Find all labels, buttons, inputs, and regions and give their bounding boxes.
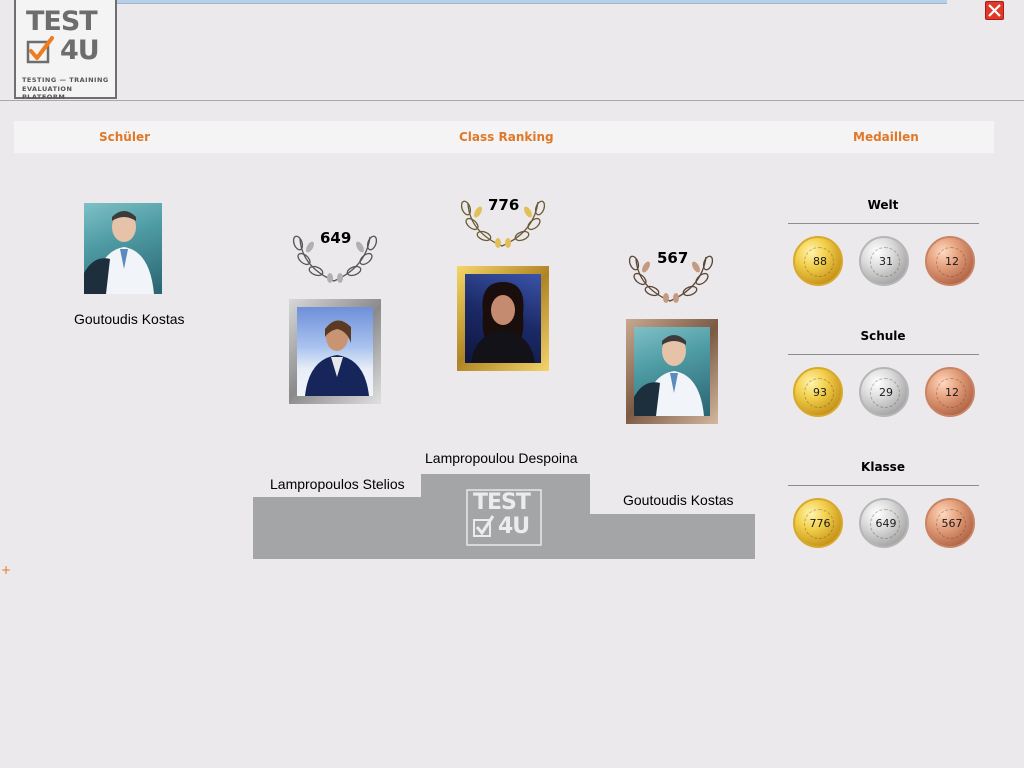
silver-medal-icon: 31 <box>859 236 909 286</box>
close-button[interactable] <box>985 1 1004 20</box>
person-silhouette <box>84 211 154 294</box>
test4u-logo: TEST 4U TESTING — TRAINING EVALUATION PL… <box>14 0 117 101</box>
person-silhouette <box>305 320 369 396</box>
checkmark-icon <box>26 36 54 64</box>
second-place-photo[interactable] <box>289 299 381 404</box>
class-silver-count: 649 <box>875 517 897 530</box>
section-divider <box>788 354 979 355</box>
plus-icon[interactable]: + <box>1 563 11 577</box>
medals-heading: Medaillen <box>853 130 919 144</box>
silver-medal-icon: 29 <box>859 367 909 417</box>
medals-school-title: Schule <box>860 329 906 343</box>
top-strip <box>78 0 947 4</box>
logo-line2: 4U <box>60 35 100 66</box>
gold-medal-icon: 93 <box>793 367 843 417</box>
close-icon <box>988 4 1001 17</box>
logo-tagline1: TESTING — TRAINING <box>22 76 109 84</box>
class-bronze-count: 567 <box>941 517 963 530</box>
person-silhouette <box>634 335 704 416</box>
school-bronze-count: 12 <box>945 386 959 399</box>
world-silver-count: 31 <box>879 255 893 268</box>
third-place-photo[interactable] <box>626 319 718 424</box>
student-name[interactable]: Goutoudis Kostas <box>74 311 185 327</box>
header-divider <box>0 100 1024 101</box>
third-place-score: 567 <box>657 249 689 267</box>
podium-logo-line2: 4U <box>498 514 530 539</box>
person-silhouette <box>471 282 535 363</box>
class-gold-count: 776 <box>809 517 831 530</box>
medals-class-title: Klasse <box>861 460 905 474</box>
podium-logo-line1: TEST <box>473 490 531 515</box>
gold-medal-icon: 88 <box>793 236 843 286</box>
world-gold-count: 88 <box>813 255 827 268</box>
section-divider <box>788 223 979 224</box>
bronze-medal-icon: 567 <box>925 498 975 548</box>
first-place-name[interactable]: Lampropoulou Despoina <box>425 450 578 466</box>
second-place-score: 649 <box>320 229 352 247</box>
school-silver-count: 29 <box>879 386 893 399</box>
first-place-score: 776 <box>488 196 520 214</box>
world-bronze-count: 12 <box>945 255 959 268</box>
silver-medal-icon: 649 <box>859 498 909 548</box>
gold-medal-icon: 776 <box>793 498 843 548</box>
first-place-photo[interactable] <box>457 266 549 371</box>
checkmark-icon <box>473 515 495 537</box>
logo-line1: TEST <box>26 6 98 37</box>
ranking-heading: Class Ranking <box>459 130 554 144</box>
student-photo[interactable] <box>84 203 162 294</box>
students-heading: Schüler <box>99 130 151 144</box>
bronze-medal-icon: 12 <box>925 236 975 286</box>
section-divider <box>788 485 979 486</box>
school-gold-count: 93 <box>813 386 827 399</box>
medals-world-title: Welt <box>867 198 899 212</box>
logo-tagline2: EVALUATION PLATFORM <box>22 85 73 101</box>
section-header: Schüler Class Ranking Medaillen <box>14 121 994 153</box>
bronze-medal-icon: 12 <box>925 367 975 417</box>
